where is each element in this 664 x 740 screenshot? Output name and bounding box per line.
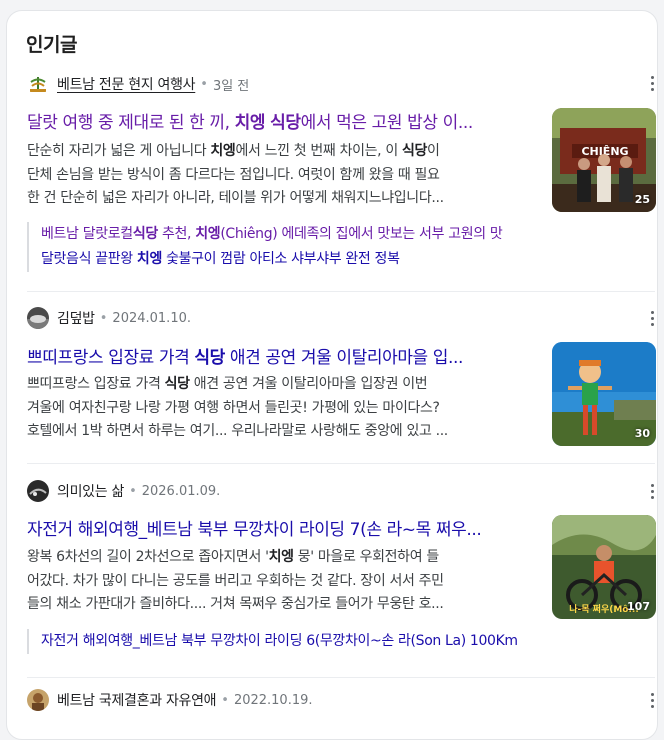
related-link[interactable]: 자전거 해외여행_베트남 북부 무깡차이 라이딩 6(무깡차이~손 라(Son … bbox=[41, 629, 587, 654]
post-date: 2024.01.10. bbox=[112, 310, 191, 326]
source-avatar bbox=[27, 689, 49, 711]
post-title[interactable]: 쁘띠프랑스 입장료 가격 식당 애견 공연 겨울 이탈리아마을 입... bbox=[27, 343, 532, 368]
more-vert-icon[interactable] bbox=[647, 73, 657, 93]
separator-dot: • bbox=[200, 76, 208, 92]
post-thumbnail[interactable]: 나-목 쩌우(Mô... 107 bbox=[552, 515, 656, 619]
section-title: 인기글 bbox=[26, 34, 77, 56]
post-source-row[interactable]: 베트남 국제결혼과 자유연애 • 2022.10.19. bbox=[27, 688, 313, 712]
source-name[interactable]: 의미있는 삶 bbox=[57, 481, 124, 501]
post-title[interactable]: 자전거 해외여행_베트남 북부 무깡차이 라이딩 7(손 라~목 쩌우... bbox=[27, 515, 532, 540]
post-thumbnail[interactable]: 30 bbox=[552, 342, 656, 446]
separator-dot: • bbox=[99, 310, 108, 326]
more-vert-icon[interactable] bbox=[647, 481, 657, 501]
post-snippet: 왕복 6차선의 길이 2차선으로 좁아지면서 '치엥 뭉' 마을로 우회전하여 … bbox=[27, 549, 444, 612]
related-link[interactable]: 베트남 달랏로컬식당 추천, 치엥(Chiêng) 에데족의 집에서 맛보는 서… bbox=[41, 222, 587, 247]
thumbnail-image-count: 107 bbox=[627, 600, 650, 613]
divider bbox=[27, 463, 655, 464]
post-date: 2026.01.09. bbox=[141, 483, 221, 499]
more-vert-icon[interactable] bbox=[647, 690, 657, 710]
related-links: 자전거 해외여행_베트남 북부 무깡차이 라이딩 6(무깡차이~손 라(Son … bbox=[27, 629, 587, 654]
related-link[interactable]: 달랏음식 끝판왕 치엥 숯불구이 껌람 아티소 샤부샤부 완전 정복 bbox=[41, 247, 587, 272]
more-vert-icon[interactable] bbox=[647, 308, 657, 328]
separator-dot: • bbox=[129, 483, 137, 499]
post-snippet: 쁘띠프랑스 입장료 가격 식당 애견 공연 겨울 이탈리아마을 입장권 이번 겨… bbox=[27, 376, 448, 439]
source-avatar bbox=[27, 73, 49, 95]
post-title[interactable]: 달랏 여행 중 제대로 된 한 끼, 치엥 식당에서 먹은 고원 밥상 이... bbox=[27, 108, 532, 133]
source-name[interactable]: 김덮밥 bbox=[57, 308, 95, 328]
source-name[interactable]: 베트남 전문 현지 여행사 bbox=[57, 74, 196, 94]
thumbnail-image-count: 30 bbox=[634, 427, 650, 440]
post-date: 3일 전 bbox=[212, 78, 250, 94]
post-date: 2022.10.19. bbox=[233, 692, 313, 708]
source-name[interactable]: 베트남 국제결혼과 자유연애 bbox=[57, 690, 217, 710]
post-snippet: 단순히 자리가 넓은 게 아닙니다 치엥에서 느낀 첫 번째 차이는, 이 식당… bbox=[27, 143, 444, 206]
divider bbox=[27, 677, 655, 678]
post-thumbnail[interactable]: CHIÊNG 25 bbox=[552, 108, 656, 212]
thumbnail-image-count: 25 bbox=[634, 193, 650, 206]
source-avatar bbox=[27, 307, 49, 329]
post-source-row[interactable]: 베트남 전문 현지 여행사 • 3일 전 bbox=[27, 72, 249, 96]
separator-dot: • bbox=[221, 692, 229, 708]
post-source-row[interactable]: 의미있는 삶 • 2026.01.09. bbox=[27, 479, 220, 503]
source-avatar bbox=[27, 480, 49, 502]
divider bbox=[27, 291, 655, 292]
post-source-row[interactable]: 김덮밥 • 2024.01.10. bbox=[27, 306, 191, 330]
popular-posts-card: 인기글 베트남 전문 현지 여행사 • 3일 전 달랏 여행 중 제대로 된 한… bbox=[6, 10, 658, 740]
related-links: 베트남 달랏로컬식당 추천, 치엥(Chiêng) 에데족의 집에서 맛보는 서… bbox=[27, 222, 587, 272]
